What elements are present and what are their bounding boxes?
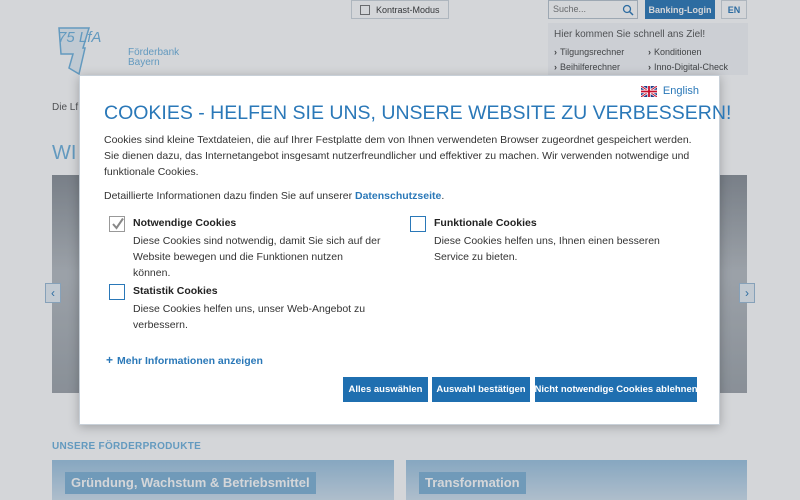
confirm-selection-button[interactable]: Auswahl bestätigen xyxy=(432,377,530,402)
cookie-option-desc: Diese Cookies sind notwendig, damit Sie … xyxy=(133,235,381,279)
language-switch[interactable]: English xyxy=(640,85,699,97)
more-info-link[interactable]: + Mehr Informationen anzeigen xyxy=(106,353,263,367)
privacy-suffix: . xyxy=(441,190,445,202)
cookie-option-desc: Diese Cookies helfen uns, Ihnen einen be… xyxy=(434,235,660,263)
modal-intro-text: Cookies sind kleine Textdateien, die auf… xyxy=(104,134,692,178)
more-info-label: Mehr Informationen anzeigen xyxy=(117,355,263,367)
uk-flag-icon xyxy=(640,85,657,97)
modal-title: COOKIES - HELFEN SIE UNS, UNSERE WEBSITE… xyxy=(104,102,732,124)
cookie-option-title: Notwendige Cookies xyxy=(133,217,237,229)
language-switch-label: English xyxy=(662,85,699,97)
cookie-option-title: Statistik Cookies xyxy=(133,285,218,297)
cookie-option-title: Funktionale Cookies xyxy=(434,217,537,229)
select-all-button[interactable]: Alles auswählen xyxy=(343,377,428,402)
cookie-consent-dialog: English COOKIES - HELFEN SIE UNS, UNSERE… xyxy=(79,75,731,425)
privacy-link[interactable]: Datenschutzseite xyxy=(355,190,441,202)
cookie-option-desc: Diese Cookies helfen uns, unser Web-Ange… xyxy=(133,303,366,331)
necessary-cookies-checkbox[interactable] xyxy=(109,216,125,232)
reject-cookies-button[interactable]: Nicht notwendige Cookies ablehnen xyxy=(534,377,698,402)
plus-icon: + xyxy=(106,353,114,367)
privacy-prefix: Detaillierte Informationen dazu finden S… xyxy=(104,190,355,202)
checkmark-icon xyxy=(112,217,124,230)
privacy-text: Detaillierte Informationen dazu finden S… xyxy=(104,190,444,202)
statistics-cookies-checkbox[interactable] xyxy=(109,284,125,300)
functional-cookies-checkbox[interactable] xyxy=(410,216,426,232)
